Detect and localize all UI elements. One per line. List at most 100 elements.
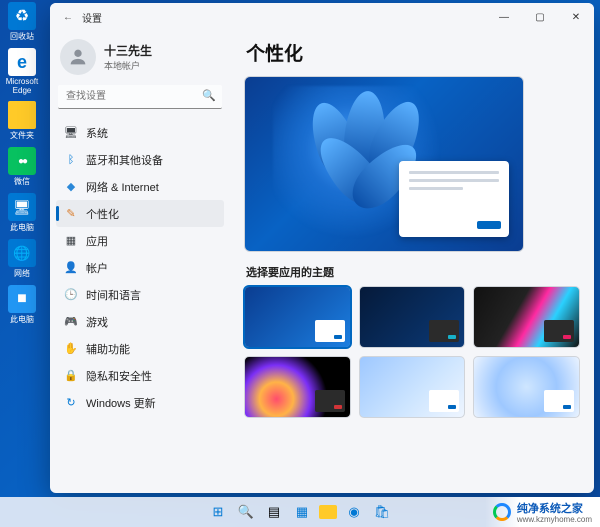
task-view-icon[interactable]: ▤ xyxy=(263,501,285,523)
brand-text-block: 纯净系统之家 www.kzmyhome.com xyxy=(517,500,592,524)
sidebar-item-label: 帐户 xyxy=(86,260,108,276)
theme-option-3[interactable] xyxy=(244,356,351,418)
theme-card-icon xyxy=(429,390,459,412)
desktop-icon-label: 此电脑 xyxy=(10,222,34,233)
theme-option-5[interactable] xyxy=(473,356,580,418)
window-controls: — ▢ ✕ xyxy=(486,3,594,31)
sidebar: 十三先生 本地帐户 🔍 🖥 系统 ᛒ 蓝牙和其他设备 ◆ 网络 & Internet ✎ 个性… xyxy=(50,31,230,493)
preview-window-card xyxy=(399,161,509,237)
brand-url: www.kzmyhome.com xyxy=(517,515,592,524)
window-title: 设置 xyxy=(82,10,102,25)
theme-card-icon xyxy=(315,320,345,342)
sidebar-item-3[interactable]: ✎ 个性化 xyxy=(56,200,224,227)
sidebar-item-2[interactable]: ◆ 网络 & Internet xyxy=(56,173,224,200)
watermark: 纯净系统之家 www.kzmyhome.com xyxy=(485,497,600,527)
sidebar-item-4[interactable]: ▦ 应用 xyxy=(56,227,224,254)
edge-icon xyxy=(8,48,36,76)
theme-option-0[interactable] xyxy=(244,286,351,348)
user-type: 本地帐户 xyxy=(104,59,152,72)
sidebar-item-label: 蓝牙和其他设备 xyxy=(86,152,163,168)
theme-option-4[interactable] xyxy=(359,356,466,418)
avatar xyxy=(60,39,96,75)
nav-icon: ᛒ xyxy=(64,153,78,167)
nav-list: 🖥 系统 ᛒ 蓝牙和其他设备 ◆ 网络 & Internet ✎ 个性化 ▦ 应用 👤 帐户 🕒 时间和语… xyxy=(56,119,224,416)
sidebar-item-7[interactable]: 🎮 游戏 xyxy=(56,308,224,335)
store-icon[interactable]: 🛍 xyxy=(371,501,393,523)
desktop-icon-label: 此电脑 xyxy=(10,314,34,325)
nav-icon: ◆ xyxy=(64,180,78,194)
sidebar-item-label: 个性化 xyxy=(86,206,119,222)
globe-icon xyxy=(8,239,36,267)
monitor-icon xyxy=(8,193,36,221)
sidebar-item-label: 辅助功能 xyxy=(86,341,130,357)
desktop-icon-thispc[interactable]: 此电脑 xyxy=(2,193,42,233)
desktop-icon-edge[interactable]: Microsoft Edge xyxy=(2,48,42,95)
folder-icon xyxy=(8,101,36,129)
person-icon xyxy=(67,46,89,68)
theme-grid xyxy=(244,286,580,418)
nav-icon: ✋ xyxy=(64,342,78,356)
search-input[interactable] xyxy=(58,85,222,109)
user-name: 十三先生 xyxy=(104,42,152,59)
sidebar-item-10[interactable]: ↻ Windows 更新 xyxy=(56,389,224,416)
nav-icon: 🖥 xyxy=(64,126,78,140)
app-icon xyxy=(8,285,36,313)
desktop-icon-folder[interactable]: 文件夹 xyxy=(2,101,42,141)
brand-logo-icon xyxy=(493,503,511,521)
theme-option-2[interactable] xyxy=(473,286,580,348)
sidebar-item-label: 网络 & Internet xyxy=(86,179,159,195)
titlebar[interactable]: ← 设置 — ▢ ✕ xyxy=(50,3,594,31)
sidebar-item-1[interactable]: ᛒ 蓝牙和其他设备 xyxy=(56,146,224,173)
start-button[interactable]: ⊞ xyxy=(207,501,229,523)
theme-option-1[interactable] xyxy=(359,286,466,348)
settings-window: ← 设置 — ▢ ✕ 十三先生 本地帐户 xyxy=(50,3,594,493)
nav-icon: ↻ xyxy=(64,396,78,410)
sidebar-item-label: 系统 xyxy=(86,125,108,141)
maximize-button[interactable]: ▢ xyxy=(522,3,558,31)
search-box[interactable]: 🔍 xyxy=(58,85,222,109)
preview-accent-bar xyxy=(477,221,501,229)
sidebar-item-6[interactable]: 🕒 时间和语言 xyxy=(56,281,224,308)
sidebar-item-8[interactable]: ✋ 辅助功能 xyxy=(56,335,224,362)
sidebar-item-label: 应用 xyxy=(86,233,108,249)
nav-icon: 👤 xyxy=(64,261,78,275)
recycle-icon xyxy=(8,2,36,30)
wechat-icon xyxy=(8,147,36,175)
theme-card-icon xyxy=(544,390,574,412)
minimize-button[interactable]: — xyxy=(486,3,522,31)
sidebar-item-label: Windows 更新 xyxy=(86,395,156,411)
desktop-icon-label: 微信 xyxy=(14,176,30,187)
desktop: 回收站 Microsoft Edge 文件夹 微信 此电脑 网络 此电脑 ← 设… xyxy=(0,0,600,527)
sidebar-item-label: 时间和语言 xyxy=(86,287,141,303)
nav-icon: ▦ xyxy=(64,234,78,248)
widgets-icon[interactable]: ▦ xyxy=(291,501,313,523)
theme-preview[interactable] xyxy=(244,76,524,252)
sidebar-item-label: 游戏 xyxy=(86,314,108,330)
theme-card-icon xyxy=(429,320,459,342)
edge-taskbar-icon[interactable]: ◉ xyxy=(343,501,365,523)
desktop-icon-app[interactable]: 此电脑 xyxy=(2,285,42,325)
theme-card-icon xyxy=(544,320,574,342)
user-text: 十三先生 本地帐户 xyxy=(104,42,152,72)
main-content: 个性化 选择要应用的主题 xyxy=(230,31,594,493)
nav-icon: ✎ xyxy=(64,207,78,221)
theme-card-icon xyxy=(315,390,345,412)
taskbar-search-icon[interactable]: 🔍 xyxy=(235,501,257,523)
nav-icon: 🎮 xyxy=(64,315,78,329)
desktop-icon-label: 回收站 xyxy=(10,31,34,42)
nav-icon: 🕒 xyxy=(64,288,78,302)
back-button[interactable]: ← xyxy=(58,12,78,23)
sidebar-item-5[interactable]: 👤 帐户 xyxy=(56,254,224,281)
sidebar-item-9[interactable]: 🔒隐私和安全性 xyxy=(56,362,224,389)
search-icon: 🔍 xyxy=(202,89,216,102)
desktop-icons: 回收站 Microsoft Edge 文件夹 微信 此电脑 网络 此电脑 xyxy=(2,2,42,325)
nav-icon: 🔒 xyxy=(64,369,78,383)
desktop-icon-recycle[interactable]: 回收站 xyxy=(2,2,42,42)
desktop-icon-network[interactable]: 网络 xyxy=(2,239,42,279)
explorer-icon[interactable] xyxy=(319,505,337,519)
user-panel[interactable]: 十三先生 本地帐户 xyxy=(56,33,224,85)
close-button[interactable]: ✕ xyxy=(558,3,594,31)
window-body: 十三先生 本地帐户 🔍 🖥 系统 ᛒ 蓝牙和其他设备 ◆ 网络 & Internet ✎ 个性… xyxy=(50,31,594,493)
sidebar-item-0[interactable]: 🖥 系统 xyxy=(56,119,224,146)
desktop-icon-wechat[interactable]: 微信 xyxy=(2,147,42,187)
